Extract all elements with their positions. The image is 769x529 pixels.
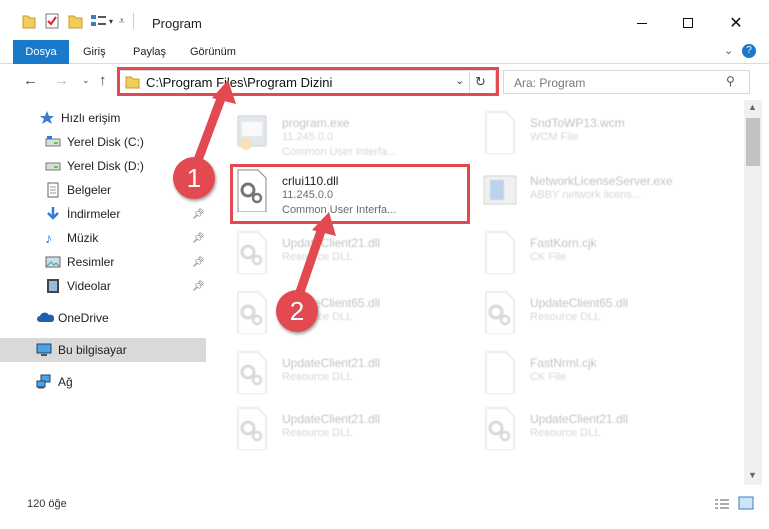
arrow-2-shaft — [295, 223, 327, 297]
arrow-2-head — [312, 212, 336, 236]
annotation-arrows — [193, 80, 336, 297]
step-marker-2: 2 — [276, 290, 318, 332]
step-marker-1: 1 — [173, 157, 215, 199]
arrow-1-shaft — [193, 91, 227, 165]
